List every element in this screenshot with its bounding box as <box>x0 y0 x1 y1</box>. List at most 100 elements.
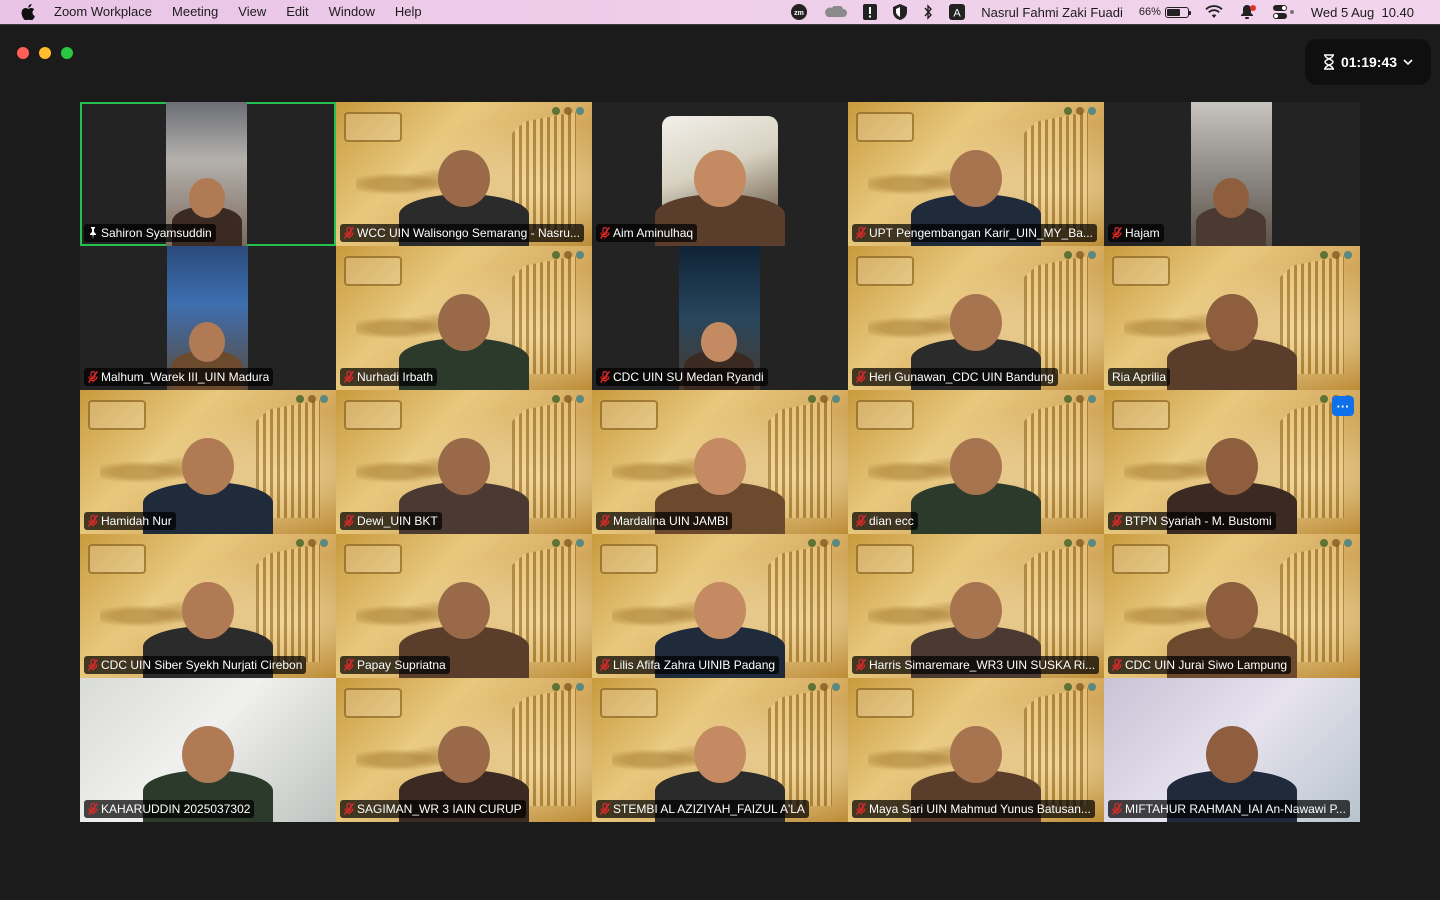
menu-meeting[interactable]: Meeting <box>162 0 228 24</box>
participant-tile[interactable]: Hajam <box>1104 102 1360 246</box>
participant-tile[interactable]: CDC UIN Siber Syekh Nurjati Cirebon <box>80 534 336 678</box>
shield-icon[interactable] <box>893 0 908 24</box>
battery-indicator[interactable]: 66% <box>1139 0 1191 24</box>
event-banner-sponsor-icons <box>1064 539 1096 547</box>
participant-name: Dewi_UIN BKT <box>357 514 438 528</box>
participant-name: Papay Supriatna <box>357 658 446 672</box>
close-window-button[interactable] <box>17 47 29 59</box>
event-banner-logo <box>344 688 402 718</box>
participant-tile[interactable]: SAGIMAN_WR 3 IAIN CURUP <box>336 678 592 822</box>
event-banner-sponsor-icons <box>1064 683 1096 691</box>
event-banner-sponsor-icons <box>1064 395 1096 403</box>
meeting-timer[interactable]: 01:19:43 <box>1305 39 1431 85</box>
event-banner-logo <box>856 688 914 718</box>
chevron-down-icon <box>1403 59 1413 66</box>
participant-tile[interactable]: Lilis Afifa Zahra UINIB Padang <box>592 534 848 678</box>
participant-tile[interactable]: Dewi_UIN BKT <box>336 390 592 534</box>
participant-tile[interactable]: BTPN Syariah - M. Bustomi ··· <box>1104 390 1360 534</box>
participant-tile[interactable]: Sahiron Syamsuddin <box>80 102 336 246</box>
participant-name-label: WCC UIN Walisongo Semarang - Nasru... <box>340 224 584 242</box>
input-source-icon[interactable]: A <box>949 0 966 24</box>
participant-tile[interactable]: Ria Aprilia <box>1104 246 1360 390</box>
menu-help[interactable]: Help <box>385 0 432 24</box>
menubar-clock[interactable]: Wed 5 Aug 10.40 <box>1311 5 1414 20</box>
event-banner-logo <box>1112 400 1170 430</box>
menu-edit[interactable]: Edit <box>276 0 318 24</box>
participant-tile[interactable]: STEMBI AL AZIZIYAH_FAIZUL A'LA <box>592 678 848 822</box>
cloud-icon[interactable] <box>823 0 848 24</box>
minimize-window-button[interactable] <box>39 47 51 59</box>
menu-app-name[interactable]: Zoom Workplace <box>52 0 162 24</box>
zoom-window-button[interactable] <box>61 47 73 59</box>
participant-face <box>1206 726 1258 784</box>
menu-window[interactable]: Window <box>319 0 385 24</box>
participant-tile[interactable]: CDC UIN Jurai Siwo Lampung <box>1104 534 1360 678</box>
participant-tile[interactable]: MIFTAHUR RAHMAN_IAI An-Nawawi P... <box>1104 678 1360 822</box>
event-banner-logo <box>600 544 658 574</box>
participant-tile[interactable]: CDC UIN SU Medan Ryandi <box>592 246 848 390</box>
participant-name-label: CDC UIN Jurai Siwo Lampung <box>1108 656 1292 674</box>
participant-tile[interactable]: Heri Gunawan_CDC UIN Bandung <box>848 246 1104 390</box>
participant-name: CDC UIN Jurai Siwo Lampung <box>1125 658 1288 672</box>
bluetooth-icon[interactable] <box>923 0 933 24</box>
alert-app-icon[interactable] <box>863 0 878 24</box>
participant-face <box>438 294 490 352</box>
participant-tile[interactable]: KAHARUDDIN 2025037302 <box>80 678 336 822</box>
event-banner-logo <box>856 256 914 286</box>
event-banner-sponsor-icons <box>1320 539 1352 547</box>
wifi-icon[interactable] <box>1205 0 1223 24</box>
participant-tile[interactable]: Mardalina UIN JAMBI <box>592 390 848 534</box>
more-options-button[interactable]: ··· <box>1332 396 1354 416</box>
participant-name: UPT Pengembangan Karir_UIN_MY_Ba... <box>869 226 1093 240</box>
participant-name-label: Nurhadi Irbath <box>340 368 438 386</box>
menu-view[interactable]: View <box>228 0 276 24</box>
event-banner-sponsor-icons <box>552 107 584 115</box>
control-center-icon[interactable] <box>1272 0 1295 24</box>
participant-tile[interactable]: Papay Supriatna <box>336 534 592 678</box>
participant-name: MIFTAHUR RAHMAN_IAI An-Nawawi P... <box>1125 802 1346 816</box>
event-banner-logo <box>88 400 146 430</box>
battery-icon <box>1164 6 1191 18</box>
hourglass-icon <box>1323 54 1334 70</box>
gallery-view-grid: Sahiron Syamsuddin WCC UIN Walisongo Sema… <box>80 102 1360 822</box>
event-banner-logo <box>1112 256 1170 286</box>
participant-name-label: Aim Aminulhaq <box>596 224 698 242</box>
participant-tile[interactable]: Nurhadi Irbath <box>336 246 592 390</box>
participant-tile[interactable]: WCC UIN Walisongo Semarang - Nasru... <box>336 102 592 246</box>
participant-tile[interactable]: UPT Pengembangan Karir_UIN_MY_Ba... <box>848 102 1104 246</box>
participant-face <box>1206 294 1258 352</box>
muted-mic-icon <box>600 659 610 671</box>
menubar-user-name[interactable]: Nasrul Fahmi Zaki Fuadi <box>981 5 1123 20</box>
participant-name: Hamidah Nur <box>101 514 172 528</box>
apple-icon[interactable] <box>18 4 38 20</box>
muted-mic-icon <box>1112 659 1122 671</box>
event-banner-logo <box>856 400 914 430</box>
participant-tile[interactable]: Malhum_Warek III_UIN Madura <box>80 246 336 390</box>
participant-name-label: Lilis Afifa Zahra UINIB Padang <box>596 656 780 674</box>
participant-tile[interactable]: Aim Aminulhaq <box>592 102 848 246</box>
event-banner-sponsor-icons <box>552 683 584 691</box>
muted-mic-icon <box>600 515 610 527</box>
zoom-status-icon[interactable]: zm <box>791 0 808 24</box>
notification-bell-icon[interactable] <box>1239 0 1257 24</box>
participant-tile[interactable]: dian ecc <box>848 390 1104 534</box>
participant-tile[interactable]: Hamidah Nur <box>80 390 336 534</box>
pin-icon <box>90 227 96 239</box>
participant-tile[interactable]: Harris Simaremare_WR3 UIN SUSKA Ri... <box>848 534 1104 678</box>
event-banner-sponsor-icons <box>808 539 840 547</box>
participant-name: KAHARUDDIN 2025037302 <box>101 802 251 816</box>
participant-face <box>1206 582 1258 640</box>
participant-name-label: STEMBI AL AZIZIYAH_FAIZUL A'LA <box>596 800 809 818</box>
participant-name: Hajam <box>1125 226 1160 240</box>
event-banner-logo <box>344 256 402 286</box>
event-banner-logo <box>600 400 658 430</box>
participant-face <box>182 438 234 496</box>
participant-name-label: CDC UIN Siber Syekh Nurjati Cirebon <box>84 656 307 674</box>
participant-face <box>1206 438 1258 496</box>
muted-mic-icon <box>1112 227 1122 239</box>
participant-face <box>182 582 234 640</box>
participant-tile[interactable]: Maya Sari UIN Mahmud Yunus Batusan... <box>848 678 1104 822</box>
muted-mic-icon <box>1112 803 1122 815</box>
event-banner-logo <box>600 688 658 718</box>
event-banner-sponsor-icons <box>296 539 328 547</box>
